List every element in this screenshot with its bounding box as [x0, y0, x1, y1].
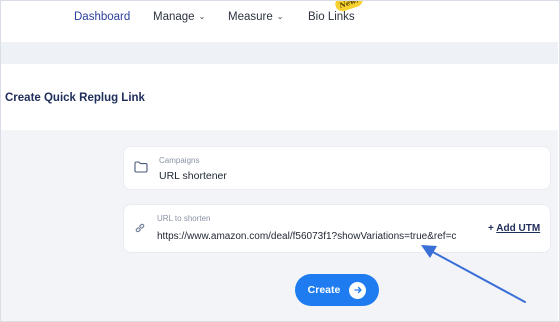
add-utm-label: Add UTM — [496, 223, 541, 234]
nav-item-bio-links[interactable]: Bio Links — [308, 11, 355, 23]
chevron-down-icon: ⌄ — [276, 11, 284, 21]
create-button-label: Create — [307, 284, 341, 296]
nav-item-manage[interactable]: Manage ⌄ — [153, 11, 205, 23]
create-button[interactable]: Create — [295, 274, 379, 306]
top-navigation: Dashboard Manage ⌄ Measure ⌄ Bio Links N… — [0, 0, 558, 42]
plus-icon: + — [488, 223, 494, 234]
campaign-select[interactable]: Campaigns URL shortener — [123, 146, 551, 190]
campaign-label: Campaigns — [159, 156, 200, 165]
page-title: Create Quick Replug Link — [5, 92, 145, 104]
url-input[interactable]: https://www.amazon.com/deal/f56073f1?sho… — [157, 231, 479, 242]
arrow-right-icon — [349, 281, 367, 299]
chevron-down-icon: ⌄ — [198, 11, 206, 21]
nav-item-label: Measure — [228, 11, 273, 23]
url-input-card: URL to shorten https://www.amazon.com/de… — [123, 204, 551, 253]
nav-item-measure[interactable]: Measure ⌄ — [228, 11, 283, 23]
nav-item-label: Manage — [153, 11, 195, 23]
folder-icon — [134, 161, 148, 173]
nav-item-label: Dashboard — [74, 11, 131, 23]
campaign-value: URL shortener — [159, 170, 227, 182]
nav-item-label: Bio Links — [308, 11, 355, 23]
link-icon — [135, 223, 145, 233]
header-divider-band — [0, 42, 558, 64]
nav-item-dashboard[interactable]: Dashboard — [74, 11, 130, 23]
url-label: URL to shorten — [157, 214, 211, 223]
add-utm-link[interactable]: + Add UTM — [488, 223, 540, 234]
